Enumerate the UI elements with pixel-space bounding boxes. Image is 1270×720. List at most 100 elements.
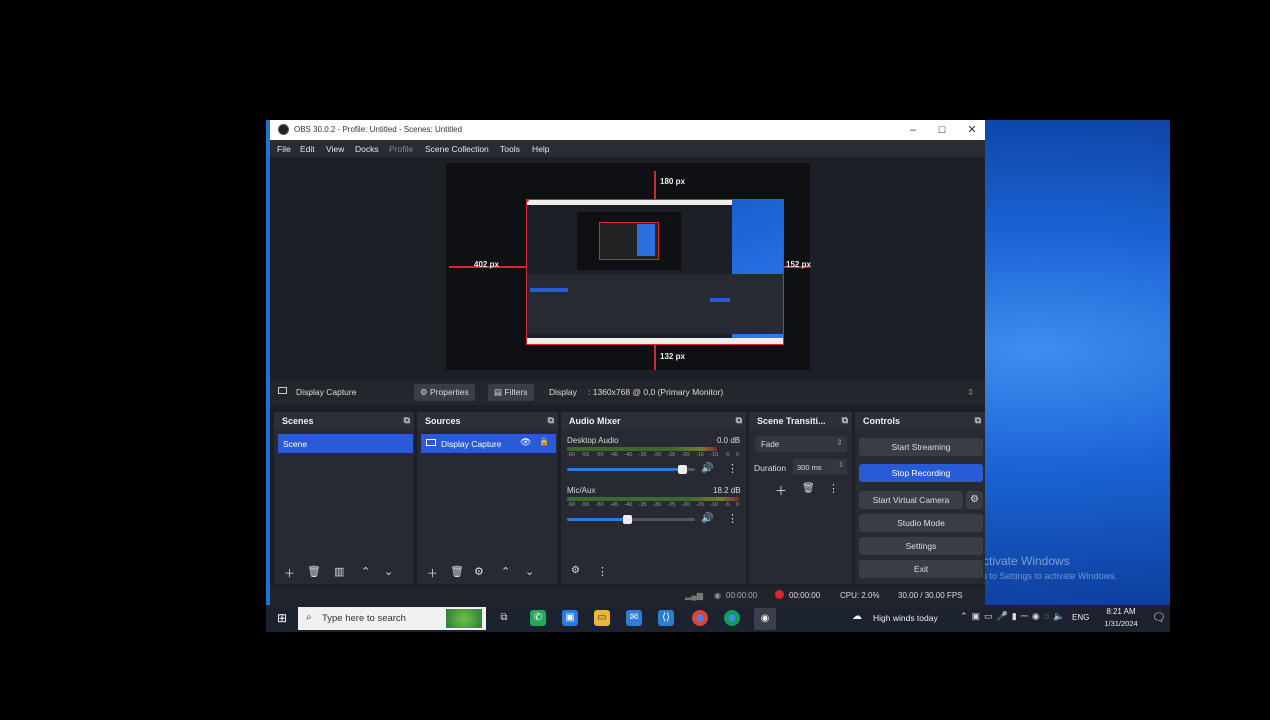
scenes-dock: Scenes ⧉ Scene ＋ 🗑 ▥ ⌃ ⌄ xyxy=(274,412,414,584)
notifications-icon[interactable]: 🗨 xyxy=(1152,611,1166,624)
remove-source-button[interactable]: 🗑 xyxy=(450,565,464,578)
scenes-toolbar: ＋ 🗑 ▥ ⌃ ⌄ xyxy=(274,562,414,584)
bottom-offset-label: 132 px xyxy=(660,352,685,361)
add-source-button[interactable]: ＋ xyxy=(427,565,438,581)
menu-help[interactable]: Help xyxy=(532,144,549,154)
menu-scene-collection[interactable]: Scene Collection xyxy=(425,144,489,154)
add-transition-button[interactable]: ＋ xyxy=(775,482,787,499)
task-view-icon[interactable]: ⧉ xyxy=(496,610,512,626)
desktop-audio-meter xyxy=(567,447,717,451)
menu-file[interactable]: File xyxy=(277,144,291,154)
scenes-header: Scenes ⧉ xyxy=(274,412,414,430)
mic-aux-volume-track[interactable] xyxy=(567,515,695,524)
minimize-button[interactable]: – xyxy=(902,122,924,138)
speaker-icon[interactable]: 🔊 xyxy=(701,463,713,474)
mic-aux-label: Mic/Aux xyxy=(567,486,596,495)
whatsapp-icon[interactable]: ✆ xyxy=(530,610,546,626)
display-capture-icon xyxy=(278,387,287,394)
source-properties-button[interactable]: ⚙ xyxy=(474,565,484,578)
source-item[interactable]: Display Capture 👁 🔒 xyxy=(421,434,556,453)
display-capture-source[interactable] xyxy=(526,199,784,345)
remove-scene-button[interactable]: 🗑 xyxy=(307,565,321,578)
chrome-profile-icon[interactable] xyxy=(724,610,740,626)
start-virtual-camera-button[interactable]: Start Virtual Camera xyxy=(859,491,963,509)
audio-mixer-toolbar: ⚙ ⋮ xyxy=(561,562,746,584)
language-indicator[interactable]: ENG xyxy=(1072,613,1089,622)
stepper-icon[interactable]: ⇕ xyxy=(838,460,844,469)
obs-taskbar-icon[interactable]: ◉ xyxy=(754,608,776,630)
undock-icon[interactable]: ⧉ xyxy=(548,415,554,426)
settings-button[interactable]: Settings xyxy=(859,537,983,555)
studio-mode-button[interactable]: Studio Mode xyxy=(859,514,983,532)
visibility-eye-icon[interactable]: 👁 xyxy=(520,437,531,448)
virtual-camera-settings-gear-icon[interactable]: ⚙ xyxy=(966,491,983,509)
signal-bars-icon: ▂▄▆ xyxy=(685,591,703,600)
stop-recording-button[interactable]: Stop Recording xyxy=(859,464,983,482)
undock-icon[interactable]: ⧉ xyxy=(842,415,848,426)
source-toolbar: Display Capture ⚙ Properties ▤ Filters D… xyxy=(270,381,985,405)
bottom-guide-line xyxy=(654,345,656,370)
display-select[interactable]: : 1360x768 @ 0,0 (Primary Monitor) xyxy=(588,387,723,397)
menu-docks[interactable]: Docks xyxy=(355,144,379,154)
scene-filters-button[interactable]: ▥ xyxy=(334,565,344,578)
move-down-button[interactable]: ⌄ xyxy=(384,565,393,578)
mail-icon[interactable]: ✉ xyxy=(626,610,642,626)
add-scene-button[interactable]: ＋ xyxy=(284,565,295,581)
window-title: OBS 30.0.2 - Profile: Untitled - Scenes:… xyxy=(294,125,463,134)
stream-time: 00:00:00 xyxy=(726,591,758,600)
windows-start-icon[interactable]: ⊞ xyxy=(274,610,290,626)
desktop-audio-volume-track[interactable] xyxy=(567,465,695,474)
store-icon[interactable]: ▣ xyxy=(562,610,578,626)
clock-time[interactable]: 8:21 AM xyxy=(1098,607,1144,616)
sources-toolbar: ＋ 🗑 ⚙ ⌃ ⌄ xyxy=(417,562,558,584)
weather-text[interactable]: High winds today xyxy=(873,613,938,623)
transition-menu-icon[interactable]: ⋮ xyxy=(828,482,839,495)
maximize-button[interactable]: ☐ xyxy=(931,122,953,138)
mic-aux-menu-icon[interactable]: ⋮ xyxy=(727,512,738,525)
search-highlight-image xyxy=(446,609,482,628)
desktop-audio-menu-icon[interactable]: ⋮ xyxy=(727,462,738,475)
move-up-button[interactable]: ⌃ xyxy=(361,565,370,578)
display-label: Display xyxy=(549,387,577,397)
scene-transitions-header: Scene Transiti... ⧉ xyxy=(749,412,852,430)
mic-aux-db: 18.2 dB xyxy=(713,486,741,495)
menu-view[interactable]: View xyxy=(326,144,344,154)
clock-date[interactable]: 1/31/2024 xyxy=(1096,619,1146,628)
menu-profile[interactable]: Profile xyxy=(389,144,413,154)
undock-icon[interactable]: ⧉ xyxy=(975,415,981,426)
display-dropdown-icon[interactable]: ⇕ xyxy=(967,387,974,398)
weather-icon[interactable]: ☁ xyxy=(852,611,862,622)
scene-item[interactable]: Scene xyxy=(278,434,413,453)
mixer-menu-icon[interactable]: ⋮ xyxy=(597,565,608,578)
sources-header: Sources ⧉ xyxy=(417,412,558,430)
source-up-button[interactable]: ⌃ xyxy=(501,565,510,578)
activation-watermark-title: Activate Windows xyxy=(975,554,1070,568)
menu-edit[interactable]: Edit xyxy=(300,144,315,154)
close-button[interactable]: ✕ xyxy=(961,122,983,138)
exit-button[interactable]: Exit xyxy=(859,560,983,578)
audio-mixer-dock: Audio Mixer ⧉ Desktop Audio 0.0 dB -60 -55… xyxy=(561,412,746,584)
menu-tools[interactable]: Tools xyxy=(500,144,520,154)
advanced-audio-gear-icon[interactable]: ⚙ xyxy=(571,565,580,576)
transition-select[interactable]: Fade ⇕ xyxy=(755,436,847,452)
status-bar: ▂▄▆ ◉ 00:00:00 00:00:00 CPU: 2.0% 30.00 … xyxy=(270,587,985,605)
undock-icon[interactable]: ⧉ xyxy=(404,415,410,426)
speaker-icon[interactable]: 🔊 xyxy=(701,513,713,524)
title-bar: OBS 30.0.2 - Profile: Untitled - Scenes:… xyxy=(270,120,985,140)
duration-input[interactable]: 300 ms ⇕ xyxy=(793,459,847,475)
chrome-icon[interactable] xyxy=(692,610,708,626)
source-down-button[interactable]: ⌄ xyxy=(525,565,534,578)
undock-icon[interactable]: ⧉ xyxy=(736,415,742,426)
taskbar-search-box[interactable]: ⌕ Type here to search xyxy=(298,607,486,630)
top-guide-line xyxy=(654,171,656,199)
start-streaming-button[interactable]: Start Streaming xyxy=(859,438,983,456)
gear-icon: ⚙ xyxy=(420,387,430,397)
system-tray-icons[interactable]: ⌃▣▭🎤▮⎓◉◌🔈 xyxy=(960,611,1068,622)
lock-icon[interactable]: 🔒 xyxy=(539,437,549,446)
filters-button[interactable]: ▤ Filters xyxy=(488,384,534,401)
file-explorer-icon[interactable]: ▭ xyxy=(594,610,610,626)
vscode-icon[interactable]: ⟨⟩ xyxy=(658,610,674,626)
properties-button[interactable]: ⚙ Properties xyxy=(414,384,475,401)
remove-transition-button[interactable]: 🗑 xyxy=(802,483,815,494)
mic-aux-meter xyxy=(567,497,739,501)
